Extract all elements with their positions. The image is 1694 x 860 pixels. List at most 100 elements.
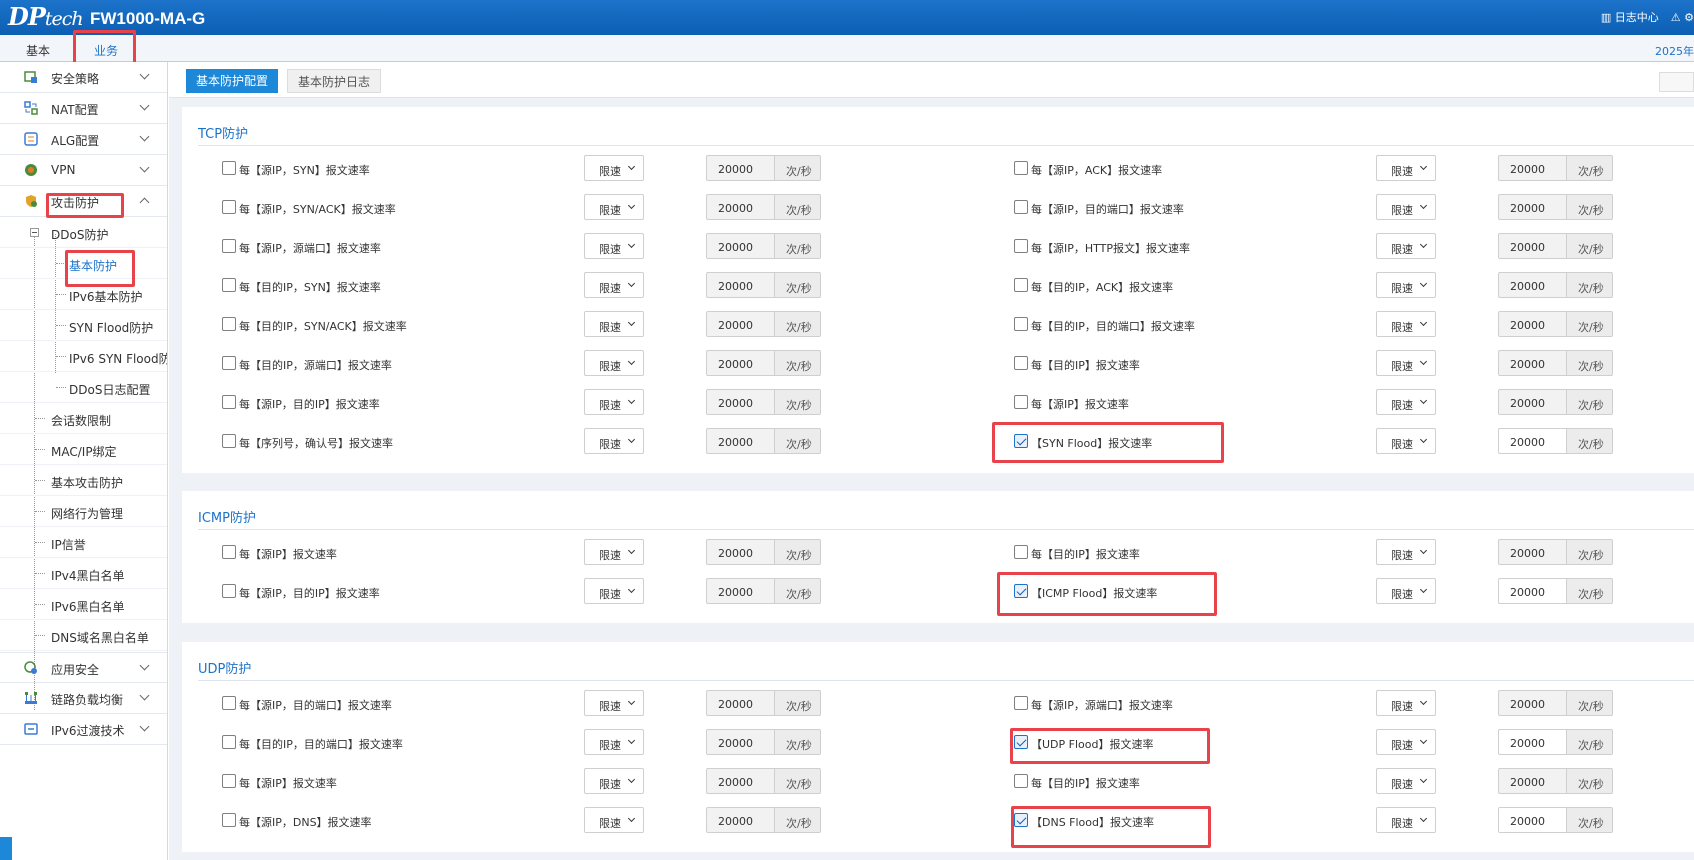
- rule-checkbox[interactable]: [222, 200, 236, 214]
- rate-input[interactable]: 20000: [706, 578, 775, 604]
- rate-input[interactable]: 20000: [1498, 578, 1567, 604]
- rule-checkbox[interactable]: [1014, 696, 1028, 710]
- rate-input[interactable]: 20000: [706, 690, 775, 716]
- tree-node-ddos[interactable]: DDoS防护: [0, 217, 167, 248]
- rule-checkbox[interactable]: [222, 317, 236, 331]
- rule-checkbox[interactable]: [222, 545, 236, 559]
- tree-node-session-limit[interactable]: 会话数限制: [0, 403, 167, 434]
- rule-checkbox[interactable]: [222, 584, 236, 598]
- rate-input[interactable]: 20000: [1498, 389, 1567, 415]
- rule-checkbox[interactable]: [222, 774, 236, 788]
- action-select[interactable]: 限速: [584, 578, 644, 604]
- warning-icon[interactable]: ⚠ ⚙: [1671, 11, 1694, 24]
- rate-input[interactable]: 20000: [706, 729, 775, 755]
- rule-checkbox[interactable]: [1014, 356, 1028, 370]
- action-select[interactable]: 限速: [584, 194, 644, 220]
- action-select[interactable]: 限速: [584, 428, 644, 454]
- action-select[interactable]: 限速: [584, 389, 644, 415]
- toolbar-button[interactable]: [1659, 72, 1694, 92]
- action-select[interactable]: 限速: [584, 350, 644, 376]
- sidebar-item-security-policy[interactable]: 安全策略: [0, 62, 167, 93]
- rate-input[interactable]: 20000: [706, 311, 775, 337]
- rule-checkbox[interactable]: [1014, 774, 1028, 788]
- rule-checkbox[interactable]: [1014, 239, 1028, 253]
- rate-input[interactable]: 20000: [1498, 768, 1567, 794]
- sidebar-item-ipv6-transition[interactable]: IPv6过渡技术: [0, 714, 167, 745]
- action-select[interactable]: 限速: [1376, 539, 1436, 565]
- rate-input[interactable]: 20000: [706, 194, 775, 220]
- rule-checkbox[interactable]: [222, 813, 236, 827]
- rate-input[interactable]: 20000: [1498, 428, 1567, 454]
- rule-checkbox[interactable]: [222, 696, 236, 710]
- tab-basic-protection-config[interactable]: 基本防护配置: [186, 69, 279, 93]
- rule-checkbox[interactable]: [222, 356, 236, 370]
- tree-node-syn-flood[interactable]: SYN Flood防护: [0, 310, 167, 341]
- rate-input[interactable]: 20000: [1498, 350, 1567, 376]
- sidebar-item-app-security[interactable]: 应用安全: [0, 652, 167, 683]
- tree-node-ipv6-syn-flood[interactable]: IPv6 SYN Flood防护: [0, 341, 167, 372]
- tab-basic[interactable]: 基本: [26, 42, 50, 59]
- action-select[interactable]: 限速: [1376, 233, 1436, 259]
- rate-input[interactable]: 20000: [1498, 690, 1567, 716]
- tree-node-basic-attack-protection[interactable]: 基本攻击防护: [0, 465, 167, 496]
- tree-node-dns-blacklist[interactable]: DNS域名黑白名单: [0, 620, 167, 651]
- rule-checkbox[interactable]: [1014, 200, 1028, 214]
- search-icon[interactable]: [0, 837, 12, 860]
- collapse-icon[interactable]: [30, 228, 39, 237]
- action-select[interactable]: 限速: [584, 768, 644, 794]
- tree-node-ip-reputation[interactable]: IP信誉: [0, 527, 167, 558]
- tree-node-network-behavior[interactable]: 网络行为管理: [0, 496, 167, 527]
- rule-checkbox[interactable]: [1014, 545, 1028, 559]
- action-select[interactable]: 限速: [584, 807, 644, 833]
- action-select[interactable]: 限速: [584, 233, 644, 259]
- rate-input[interactable]: 20000: [1498, 233, 1567, 259]
- rate-input[interactable]: 20000: [1498, 539, 1567, 565]
- rule-checkbox[interactable]: [222, 278, 236, 292]
- action-select[interactable]: 限速: [584, 155, 644, 181]
- rate-input[interactable]: 20000: [706, 389, 775, 415]
- action-select[interactable]: 限速: [1376, 578, 1436, 604]
- tree-node-ddos-log-config[interactable]: DDoS日志配置: [0, 372, 167, 403]
- tree-node-ipv6-blacklist[interactable]: IPv6黑白名单: [0, 589, 167, 620]
- rate-input[interactable]: 20000: [706, 428, 775, 454]
- sidebar-item-vpn[interactable]: VPN: [0, 155, 167, 186]
- rule-checkbox[interactable]: [222, 239, 236, 253]
- action-select[interactable]: 限速: [1376, 194, 1436, 220]
- rate-input[interactable]: 20000: [706, 350, 775, 376]
- action-select[interactable]: 限速: [1376, 155, 1436, 181]
- rate-input[interactable]: 20000: [1498, 311, 1567, 337]
- action-select[interactable]: 限速: [1376, 690, 1436, 716]
- action-select[interactable]: 限速: [584, 311, 644, 337]
- sidebar-item-nat[interactable]: NAT配置: [0, 93, 167, 124]
- rule-checkbox[interactable]: [1014, 317, 1028, 331]
- rate-input[interactable]: 20000: [1498, 272, 1567, 298]
- log-center-link[interactable]: ▥ 日志中心: [1601, 9, 1659, 25]
- action-select[interactable]: 限速: [584, 272, 644, 298]
- action-select[interactable]: 限速: [1376, 428, 1436, 454]
- action-select[interactable]: 限速: [584, 539, 644, 565]
- rate-input[interactable]: 20000: [706, 233, 775, 259]
- sidebar-item-load-balance[interactable]: 链路负载均衡: [0, 683, 167, 714]
- action-select[interactable]: 限速: [1376, 729, 1436, 755]
- rule-checkbox[interactable]: [1014, 278, 1028, 292]
- tree-node-ipv4-blacklist[interactable]: IPv4黑白名单: [0, 558, 167, 589]
- rate-input[interactable]: 20000: [706, 272, 775, 298]
- rate-input[interactable]: 20000: [706, 768, 775, 794]
- rate-input[interactable]: 20000: [706, 155, 775, 181]
- rate-input[interactable]: 20000: [1498, 155, 1567, 181]
- rule-checkbox[interactable]: [222, 434, 236, 448]
- rate-input[interactable]: 20000: [706, 807, 775, 833]
- rate-input[interactable]: 20000: [706, 539, 775, 565]
- action-select[interactable]: 限速: [1376, 272, 1436, 298]
- rule-checkbox[interactable]: [222, 161, 236, 175]
- rate-input[interactable]: 20000: [1498, 194, 1567, 220]
- sidebar-item-alg[interactable]: ALG配置: [0, 124, 167, 155]
- action-select[interactable]: 限速: [1376, 768, 1436, 794]
- action-select[interactable]: 限速: [1376, 389, 1436, 415]
- action-select[interactable]: 限速: [584, 690, 644, 716]
- action-select[interactable]: 限速: [584, 729, 644, 755]
- tree-node-mac-ip-binding[interactable]: MAC/IP绑定: [0, 434, 167, 465]
- rule-checkbox[interactable]: [1014, 395, 1028, 409]
- tab-basic-protection-log[interactable]: 基本防护日志: [287, 69, 382, 93]
- rate-input[interactable]: 20000: [1498, 807, 1567, 833]
